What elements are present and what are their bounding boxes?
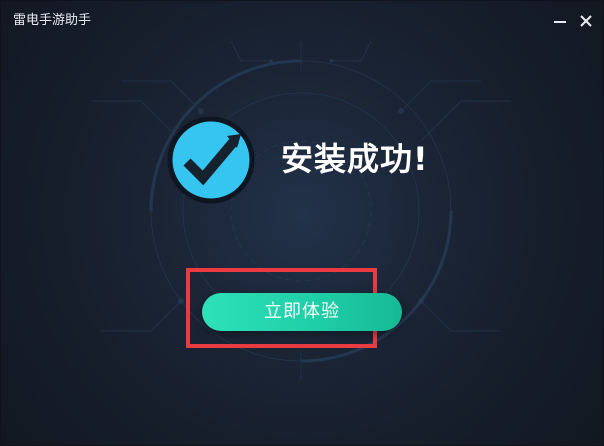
title-bar[interactable]: 雷电手游助手 xyxy=(1,1,603,41)
background-decoration xyxy=(91,40,511,381)
close-icon[interactable] xyxy=(578,13,594,29)
minimize-icon[interactable] xyxy=(552,13,568,29)
install-success-message: 安装成功! xyxy=(281,140,429,178)
check-circle-icon xyxy=(167,116,255,204)
try-now-button[interactable]: 立即体验 xyxy=(202,293,402,331)
installer-window: 雷电手游助手 安装成功! 立即体验 xyxy=(0,0,604,446)
window-title: 雷电手游助手 xyxy=(13,13,92,28)
